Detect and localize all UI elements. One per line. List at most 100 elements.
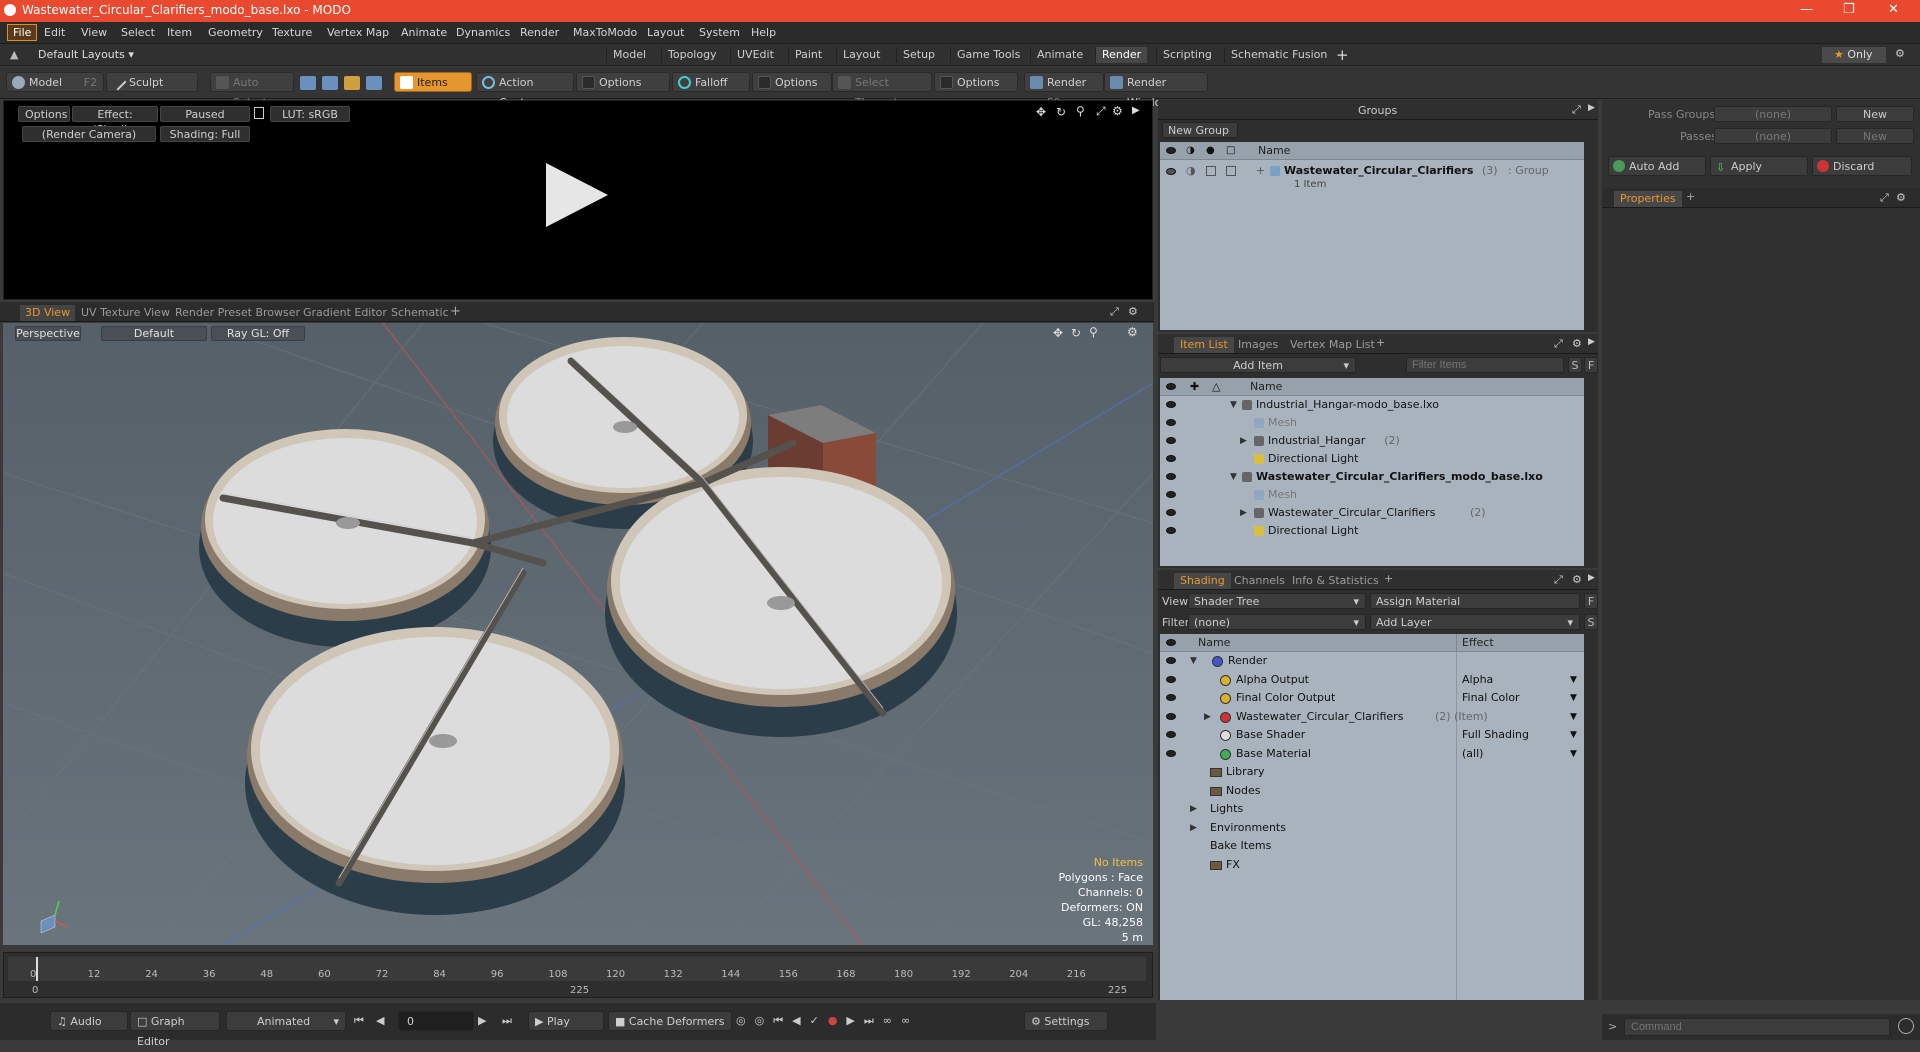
timeline-ruler[interactable]	[8, 957, 1146, 981]
list-item[interactable]: ▼ Wastewater_Circular_Clarifiers_modo_bas…	[1160, 468, 1584, 486]
tab-gradient-editor[interactable]: Gradient Editor	[298, 305, 392, 321]
menu-vertex-map[interactable]: Vertex Map	[327, 26, 389, 39]
audio-button[interactable]: ♫ Audio	[50, 1011, 128, 1031]
auto-add-button[interactable]: Auto Add	[1608, 156, 1706, 176]
play-icon[interactable]	[546, 163, 608, 227]
expand-arrow-icon[interactable]: ▶	[1240, 504, 1247, 522]
eye-icon[interactable]	[1166, 419, 1176, 426]
lock-column-icon[interactable]: ✚	[1190, 378, 1199, 396]
effect-dropdown-icon[interactable]: ▼	[1570, 708, 1577, 726]
default-style-dropdown[interactable]: Default	[101, 326, 207, 341]
tab-game-tools[interactable]: Game Tools	[950, 47, 1026, 63]
effect-dropdown-icon[interactable]: ▼	[1570, 726, 1577, 744]
new-group-button[interactable]: New Group	[1162, 122, 1238, 138]
menu-help[interactable]: Help	[751, 26, 776, 39]
groups-list[interactable]: ◑ ● □ Name ◑ + Wastewater_Circular_Clari…	[1160, 142, 1584, 330]
add-properties-tab-icon[interactable]: +	[1686, 190, 1695, 203]
tab-render-preset-browser[interactable]: Render Preset Browser	[170, 305, 305, 321]
shader-row-effect[interactable]: Full Shading	[1462, 726, 1529, 744]
groups-arrow-icon[interactable]: ▶	[1588, 103, 1595, 113]
add-tab-icon[interactable]: +	[1336, 46, 1349, 64]
tab-item-list[interactable]: Item List	[1174, 337, 1234, 353]
tab-setup[interactable]: Setup	[896, 47, 941, 63]
menu-file[interactable]: File	[7, 24, 38, 41]
lut-dropdown[interactable]: LUT: sRGB	[270, 106, 350, 122]
menu-layout[interactable]: Layout	[647, 26, 684, 39]
shader-row[interactable]: ▶ Wastewater_Circular_Clarifiers (2) (Item…	[1160, 708, 1584, 726]
tab-shading[interactable]: Shading	[1174, 573, 1231, 589]
shader-row[interactable]: Final Color Output Final Color ▼	[1160, 689, 1584, 707]
polygons-mode-icon[interactable]	[344, 76, 360, 90]
list-item[interactable]: Mesh	[1160, 414, 1584, 432]
item-list-settings-icon[interactable]: ⚙	[1572, 337, 1582, 350]
effect-dropdown-icon[interactable]: ▼	[1570, 689, 1577, 707]
eye-icon[interactable]	[1166, 491, 1176, 498]
tab-animate[interactable]: Animate	[1030, 47, 1089, 63]
list-item[interactable]: Directional Light	[1160, 522, 1584, 540]
only-toggle[interactable]: ★ Only	[1822, 47, 1886, 63]
action-center-button[interactable]: Action Center	[476, 72, 574, 109]
next-key-icon[interactable]: ▶	[846, 1014, 854, 1028]
menu-geometry[interactable]: Geometry	[208, 26, 263, 39]
shading-settings-icon[interactable]: ⚙	[1572, 573, 1582, 586]
list-item[interactable]: ▼ Industrial_Hangar-modo_base.lxo	[1160, 396, 1584, 414]
falloff-button[interactable]: Falloff	[672, 72, 750, 92]
eye-icon[interactable]	[1166, 731, 1176, 738]
tab-vertex-map-list[interactable]: Vertex Map List	[1284, 337, 1381, 353]
lock-toggle-icon[interactable]	[1206, 166, 1216, 176]
vp-move-icon[interactable]: ✥	[1053, 326, 1063, 340]
shader-tree-dropdown[interactable]: Shader Tree ▾	[1188, 593, 1366, 609]
menu-animate[interactable]: Animate	[401, 26, 447, 39]
render-column-icon[interactable]: ◑	[1186, 142, 1195, 160]
select-toggle-icon[interactable]	[1226, 166, 1236, 176]
shader-row[interactable]: ▶ Environments	[1160, 819, 1584, 837]
eye-icon[interactable]	[1166, 527, 1176, 534]
effect-dropdown-icon[interactable]: ▼	[1570, 671, 1577, 689]
tab-schematic-fusion[interactable]: Schematic Fusion	[1224, 47, 1333, 63]
materials-mode-icon[interactable]	[366, 76, 382, 90]
apply-button[interactable]: ⇩ Apply	[1710, 156, 1808, 176]
shader-row[interactable]: FX	[1160, 856, 1584, 874]
menu-system[interactable]: System	[699, 26, 740, 39]
tab-uvedit[interactable]: UVEdit	[730, 47, 780, 63]
next-key2-icon[interactable]: ⏭	[864, 1014, 874, 1028]
tab-images[interactable]: Images	[1232, 337, 1284, 353]
tab-channels[interactable]: Channels	[1228, 573, 1291, 589]
eye-icon[interactable]	[1166, 657, 1176, 664]
groups-expand-icon[interactable]: ⤢	[1572, 103, 1581, 117]
options-button-2[interactable]: Options	[752, 72, 832, 92]
list-item[interactable]: Directional Light	[1160, 450, 1584, 468]
perspective-dropdown[interactable]: Perspective	[15, 326, 81, 341]
vp-rotate-icon[interactable]: ↻	[1071, 326, 1081, 340]
group-row[interactable]: ◑ + Wastewater_Circular_Clarifiers (3) :…	[1160, 162, 1584, 192]
frame-input[interactable]: 0	[398, 1011, 474, 1031]
shader-row[interactable]: Nodes	[1160, 782, 1584, 800]
expand-arrow-icon[interactable]: ▶	[1190, 800, 1197, 818]
expand-arrow-icon[interactable]: ▼	[1230, 396, 1237, 414]
item-list-arrow-icon[interactable]: ▶	[1588, 337, 1595, 347]
lock-icon[interactable]	[254, 107, 264, 119]
shading-expand-icon[interactable]: ⤢	[1554, 573, 1563, 587]
select-column-icon[interactable]: □	[1226, 142, 1235, 160]
shader-row[interactable]: Library	[1160, 763, 1584, 781]
lock-column-icon[interactable]: ●	[1206, 142, 1215, 160]
list-item[interactable]: ▶ Wastewater_Circular_Clarifiers (2)	[1160, 504, 1584, 522]
pass-groups-new-button[interactable]: New	[1836, 106, 1914, 122]
menu-render[interactable]: Render	[520, 26, 559, 39]
render-settings-icon[interactable]: ⚙	[1112, 104, 1123, 118]
shader-row[interactable]: ▼ Render	[1160, 652, 1584, 670]
key-all-icon[interactable]: ◎	[755, 1014, 765, 1028]
item-list-tree[interactable]: ✚ △ Name ▼ Industrial_Hangar-modo_base.lx…	[1160, 378, 1584, 566]
eye-icon[interactable]	[1166, 749, 1176, 757]
eye-icon[interactable]	[1166, 675, 1176, 683]
eye-icon[interactable]	[1166, 509, 1176, 516]
3d-viewport[interactable]: Perspective Default Ray GL: Off ✥ ↻ ⚲ ⚙ …	[3, 323, 1153, 945]
shader-row[interactable]: Bake Items	[1160, 837, 1584, 855]
list-item[interactable]: ▶ Industrial_Hangar (2)	[1160, 432, 1584, 450]
shader-tree[interactable]: Name Effect ▼ Render Alpha Output Alpha ▼ Fin…	[1160, 634, 1584, 1000]
gear-icon[interactable]: ⚙	[1895, 47, 1905, 60]
effect-dropdown-icon[interactable]: ▼	[1570, 745, 1577, 763]
assign-material-button[interactable]: Assign Material	[1370, 593, 1580, 609]
expand-arrow-icon[interactable]: ▶	[1204, 708, 1211, 726]
default-layouts-dropdown[interactable]: Default Layouts ▾	[38, 48, 134, 61]
